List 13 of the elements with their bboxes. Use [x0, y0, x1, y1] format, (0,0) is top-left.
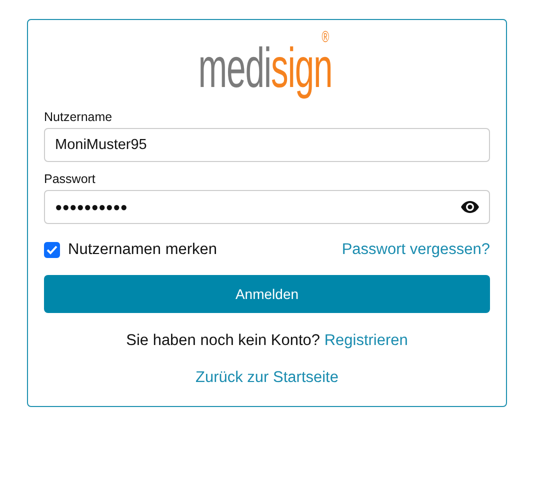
remember-checkbox[interactable]: Nutzernamen merken [44, 241, 218, 259]
login-button[interactable]: Anmelden [44, 275, 490, 313]
checkmark-icon [46, 245, 58, 255]
register-link[interactable]: Registrieren [324, 332, 408, 349]
field-label: Nutzername [44, 110, 114, 124]
field-label: Passwort [44, 172, 96, 186]
input-field[interactable]: ●●●●●●●●●● [44, 190, 490, 224]
logo: medisign$^{®}$ [198, 30, 334, 101]
input-field[interactable]: MoniMuster95 [44, 128, 490, 162]
forgot-password-link[interactable]: Passwort vergessen? [342, 241, 490, 259]
eye-icon[interactable] [461, 201, 479, 213]
back-to-home-link[interactable]: Zurück zur Startseite [196, 369, 338, 387]
register-prompt: Sie haben noch kein Konto? Registrieren [125, 332, 409, 350]
